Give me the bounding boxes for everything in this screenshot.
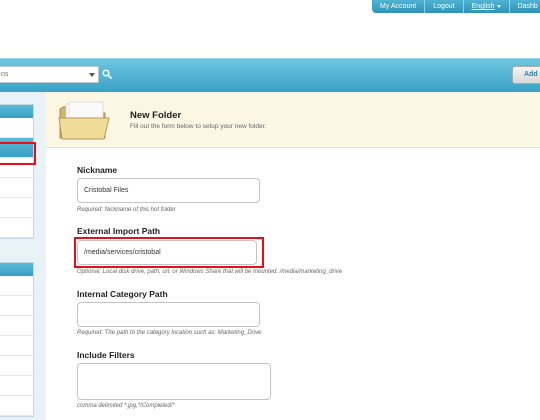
sidebar-panel-bottom [0,262,34,417]
app-window: My Account Logout English Dashb ns Add N… [0,0,540,420]
search-select[interactable]: ns [0,66,99,83]
page-subtitle: Fill out the form below to setup your ne… [130,123,267,130]
sidebar-item[interactable] [0,336,33,356]
sidebar-panel-top [0,104,34,239]
nickname-field[interactable]: Cristobal Files [77,178,260,203]
include-filters-textarea[interactable] [77,363,271,400]
sidebar-item[interactable] [0,276,33,296]
dropdown-arrow-icon [89,73,95,77]
language-label: English [471,3,495,10]
sidebar-item[interactable] [0,376,33,396]
sidebar-panel-header [0,105,33,118]
sidebar-panel-header [0,263,33,276]
search-icon[interactable] [102,69,112,79]
sidebar-item[interactable] [0,198,33,218]
selected-item-highlight [0,142,36,165]
sidebar-item[interactable] [0,356,33,376]
import-path-highlight [74,237,264,268]
sidebar-item[interactable] [0,218,33,238]
import-path-help: Optional: Local disk drive, path, url, o… [77,269,343,275]
include-filters-label: Include Filters [77,350,135,360]
logout-link[interactable]: Logout [425,0,464,13]
sidebar-item[interactable] [0,118,33,138]
sidebar-item[interactable] [0,178,33,198]
folder-icon [58,101,110,140]
include-filters-help: comma delimited *.jpg,*/Completed/* [77,403,175,409]
category-path-field[interactable] [77,302,260,327]
page-banner: New Folder Fill out the form below to se… [46,92,540,148]
main-content: New Folder Fill out the form below to se… [46,92,540,420]
nickname-help: Required: Nickname of this hot folder [77,207,176,213]
add-button[interactable]: Add [512,66,540,84]
nickname-label: Nickname [77,165,118,175]
dashboard-link[interactable]: Dashb [510,0,540,13]
page-title: New Folder [130,110,182,121]
sidebar-item[interactable] [0,316,33,336]
sidebar-item[interactable] [0,296,33,316]
chevron-down-icon [496,4,501,8]
account-nav: My Account Logout English Dashb [372,0,540,13]
my-account-link[interactable]: My Account [372,0,426,13]
category-path-help: Required: The path to the category locat… [77,330,262,336]
sidebar [0,92,46,420]
sidebar-item[interactable] [0,396,33,416]
search-select-text: ns [1,71,9,78]
language-selector[interactable]: English [464,0,510,13]
category-path-label: Internal Category Path [77,289,168,299]
import-path-label: External Import Path [77,226,161,236]
